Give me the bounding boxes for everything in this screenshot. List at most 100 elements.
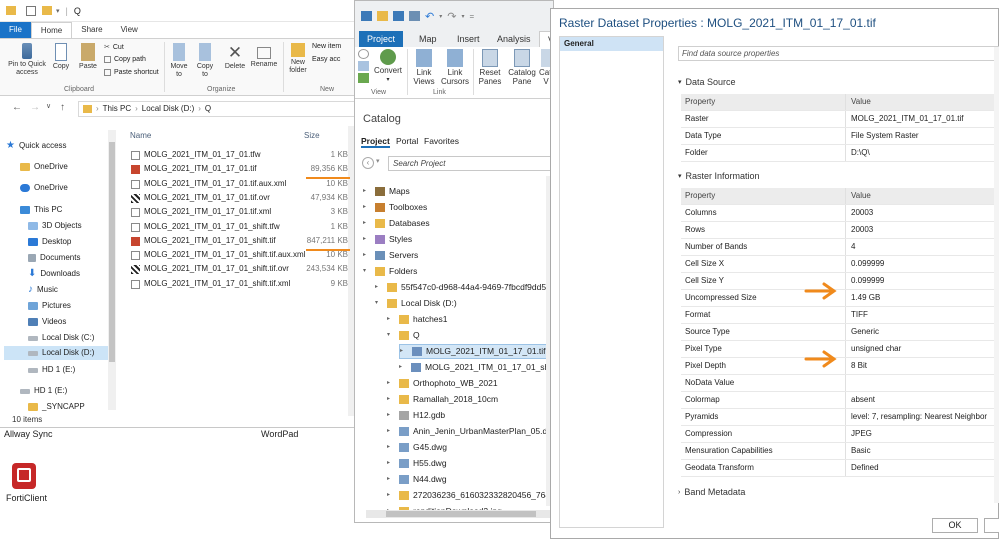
forticlient-label[interactable]: FortiClient bbox=[6, 493, 47, 503]
expand-icon[interactable]: ▸ bbox=[387, 488, 395, 503]
undo-icon[interactable]: ↶ bbox=[425, 10, 434, 23]
map-view-icon[interactable] bbox=[358, 61, 369, 71]
nav-item-desktop[interactable]: Desktop bbox=[28, 235, 71, 249]
catalog-tree-item[interactable]: ▸ MOLG_2021_ITM_01_17_01_shift.tif bbox=[399, 360, 565, 375]
catalog-tree-item[interactable]: ▸ Servers bbox=[363, 248, 418, 263]
open-icon[interactable] bbox=[377, 11, 388, 21]
catalog-tree-item[interactable]: ▸ H12.gdb bbox=[387, 408, 445, 423]
paste-button[interactable]: Paste bbox=[76, 43, 100, 71]
undo-dropdown-icon[interactable]: ▾ bbox=[439, 13, 442, 20]
tab-view[interactable]: View bbox=[112, 22, 147, 38]
nav-item-syncapp[interactable]: _SYNCAPP bbox=[28, 400, 85, 414]
file-row[interactable]: MOLG_2021_ITM_01_17_01.tfw 1 KB bbox=[124, 148, 354, 162]
redo-dropdown-icon[interactable]: ▾ bbox=[461, 13, 464, 20]
forticlient-icon[interactable] bbox=[12, 463, 36, 489]
tab-insert[interactable]: Insert bbox=[449, 31, 488, 47]
catalog-tree-item[interactable]: ▸ 55f547c0-d968-44a4-9469-7fbcdf9dd5a0 bbox=[375, 280, 556, 295]
collapse-icon[interactable]: ▾ bbox=[375, 296, 383, 311]
catalog-tree-item[interactable]: ▸ hatches1 bbox=[387, 312, 448, 327]
back-icon[interactable]: ‹ bbox=[362, 157, 374, 169]
catalog-tree-item[interactable]: ▸ H55.dwg bbox=[387, 456, 447, 471]
catalog-tab-favorites[interactable]: Favorites bbox=[424, 136, 459, 146]
easy-access-button[interactable]: Easy acc bbox=[312, 56, 340, 63]
move-to-button[interactable]: Move to bbox=[168, 43, 190, 79]
nav-item-hd1-e-root[interactable]: HD 1 (E:) bbox=[20, 384, 67, 398]
new-project-icon[interactable] bbox=[361, 11, 372, 21]
nav-item-onedrive[interactable]: OneDrive bbox=[20, 160, 68, 174]
link-cursors-button[interactable]: Link Cursors bbox=[441, 49, 469, 87]
rename-button[interactable]: Rename bbox=[250, 43, 278, 69]
file-row[interactable]: MOLG_2021_ITM_01_17_01_shift.tif.xml 9 KB bbox=[124, 277, 354, 291]
close-view-icon[interactable] bbox=[358, 49, 369, 59]
expand-icon[interactable]: ▸ bbox=[363, 184, 371, 199]
back-arrow-icon[interactable]: ← bbox=[12, 102, 22, 113]
tab-map[interactable]: Map bbox=[411, 31, 445, 47]
expand-icon[interactable]: ▸ bbox=[387, 408, 395, 423]
dialog-scrollbar[interactable] bbox=[994, 47, 999, 503]
tab-share[interactable]: Share bbox=[72, 22, 111, 38]
catalog-tree-item[interactable]: ▾ Local Disk (D:) bbox=[375, 296, 457, 311]
nav-scrollbar[interactable] bbox=[108, 130, 116, 410]
link-views-button[interactable]: Link Views bbox=[410, 49, 438, 87]
expand-icon[interactable]: ▸ bbox=[387, 440, 395, 455]
tab-analysis[interactable]: Analysis bbox=[489, 31, 539, 47]
copy-button[interactable]: Copy bbox=[50, 43, 72, 71]
file-row[interactable]: MOLG_2021_ITM_01_17_01_shift.tif 847,211 … bbox=[124, 234, 354, 248]
expand-icon[interactable]: ▸ bbox=[387, 472, 395, 487]
convert-button[interactable]: Convert ▾ bbox=[371, 49, 405, 84]
section-raster-information[interactable]: ▾ Raster Information bbox=[678, 171, 760, 181]
catalog-tree-item[interactable]: ▸ Databases bbox=[363, 216, 430, 231]
delete-button[interactable]: ✕ Delete bbox=[222, 43, 248, 71]
nav-item-this-pc[interactable]: This PC bbox=[20, 203, 62, 217]
expand-icon[interactable]: ▸ bbox=[363, 216, 371, 231]
column-header-size[interactable]: Size bbox=[304, 131, 320, 140]
collapse-icon[interactable]: ▾ bbox=[387, 328, 395, 343]
catalog-horizontal-thumb[interactable] bbox=[386, 511, 536, 517]
catalog-search-input[interactable]: Search Project bbox=[388, 156, 551, 171]
nav-item-3d-objects[interactable]: 3D Objects bbox=[28, 219, 82, 233]
file-row[interactable]: MOLG_2021_ITM_01_17_01.tif.xml 3 KB bbox=[124, 205, 354, 219]
tab-project[interactable]: Project bbox=[359, 31, 404, 47]
nav-item-local-disk-d[interactable]: Local Disk (D:) bbox=[4, 346, 116, 360]
catalog-tree-item[interactable]: ▾ Folders bbox=[363, 264, 417, 279]
expand-icon[interactable]: ▸ bbox=[363, 200, 371, 215]
file-row[interactable]: MOLG_2021_ITM_01_17_01_shift.tif.ovr 243,… bbox=[124, 262, 354, 276]
new-folder-button[interactable]: New folder bbox=[286, 43, 310, 75]
cancel-button[interactable] bbox=[984, 518, 999, 533]
pin-quick-access-button[interactable]: Pin to Quick access bbox=[6, 43, 48, 77]
customize-toolbar-icon[interactable]: = bbox=[469, 12, 474, 21]
catalog-tree-item[interactable]: ▸ Maps bbox=[363, 184, 410, 199]
nav-item-music[interactable]: ♪ Music bbox=[28, 283, 58, 297]
catalog-tree-item[interactable]: ▸ Ramallah_2018_10cm bbox=[387, 392, 498, 407]
catalog-tree-item[interactable]: ▸ MOLG_2021_ITM_01_17_01.tif bbox=[399, 344, 551, 359]
copy-to-button[interactable]: Copy to bbox=[194, 43, 216, 79]
wordpad-label[interactable]: WordPad bbox=[261, 429, 298, 439]
nav-item-hd1-e[interactable]: HD 1 (E:) bbox=[28, 363, 75, 377]
breadcrumb-this-pc[interactable]: This PC bbox=[103, 102, 131, 116]
sidebar-item-general[interactable]: General bbox=[560, 37, 663, 51]
up-arrow-icon[interactable]: ↑ bbox=[60, 102, 65, 113]
nav-item-quick-access[interactable]: ★ Quick access bbox=[6, 139, 67, 153]
expand-icon[interactable]: ▸ bbox=[399, 360, 407, 375]
catalog-tree-item[interactable]: ▸ Anin_Jenin_UrbanMasterPlan_05.dwg bbox=[387, 424, 558, 439]
expand-icon[interactable]: ▸ bbox=[363, 248, 371, 263]
recent-dropdown-icon[interactable]: ∨ bbox=[46, 102, 51, 110]
catalog-tree-item[interactable]: ▾ Q bbox=[387, 328, 420, 343]
expand-icon[interactable]: ▸ bbox=[387, 456, 395, 471]
catalog-tree-item[interactable]: ▸ 272036236_616032332820456_7643380 bbox=[387, 488, 569, 503]
save-icon[interactable] bbox=[393, 11, 404, 21]
redo-icon[interactable]: ↷ bbox=[447, 10, 456, 23]
reset-panes-button[interactable]: Reset Panes bbox=[476, 49, 504, 87]
history-dropdown-icon[interactable]: ▾ bbox=[376, 157, 380, 165]
new-item-button[interactable]: New item bbox=[312, 43, 341, 50]
expand-icon[interactable]: ▸ bbox=[400, 344, 408, 359]
file-row[interactable]: MOLG_2021_ITM_01_17_01.tif 89,356 KB bbox=[124, 162, 354, 176]
address-input[interactable]: › This PC › Local Disk (D:) › Q bbox=[78, 101, 356, 117]
expand-icon[interactable]: ▸ bbox=[387, 424, 395, 439]
catalog-tab-portal[interactable]: Portal bbox=[396, 136, 418, 146]
section-band-metadata[interactable]: › Band Metadata bbox=[678, 487, 745, 497]
save-as-icon[interactable] bbox=[409, 11, 420, 21]
breadcrumb-q[interactable]: Q bbox=[205, 102, 211, 116]
copy-path-button[interactable]: Copy path bbox=[104, 56, 146, 63]
expand-icon[interactable]: ▸ bbox=[387, 312, 395, 327]
